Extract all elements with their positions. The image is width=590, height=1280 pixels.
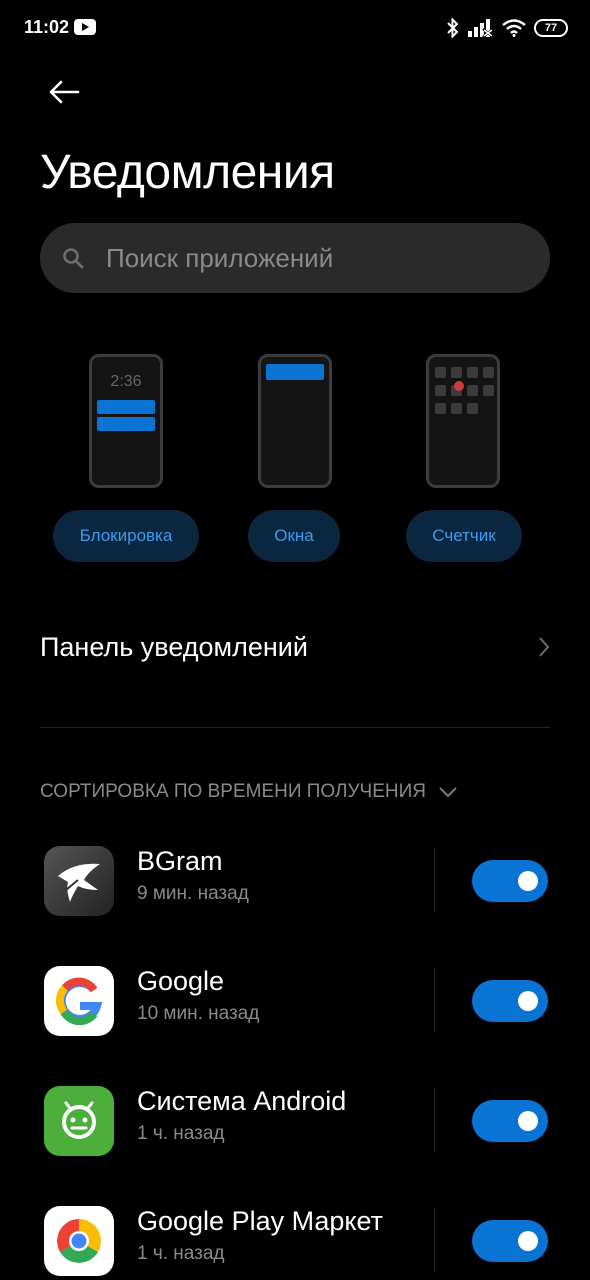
notification-toggle[interactable] <box>472 1220 548 1262</box>
wifi-icon <box>502 19 526 37</box>
preview-notification-bar <box>266 364 324 380</box>
sort-label: СОРТИРОВКА ПО ВРЕМЕНИ ПОЛУЧЕНИЯ <box>40 781 426 802</box>
status-time: 11:02 <box>24 17 70 37</box>
back-button[interactable] <box>40 70 88 114</box>
chevron-right-icon <box>539 637 550 657</box>
app-time: 1 ч. назад <box>137 1243 225 1264</box>
status-icons: 77 <box>446 16 568 40</box>
preview-app-dot <box>435 403 446 414</box>
search-icon <box>63 248 84 269</box>
app-row[interactable]: Google Play Маркет 1 ч. назад <box>0 1200 590 1280</box>
app-row[interactable]: BGram 9 мин. назад <box>0 840 590 940</box>
windows-preview <box>258 354 332 488</box>
chevron-down-icon <box>439 787 457 798</box>
search-bar[interactable] <box>40 223 550 293</box>
preview-app-dot <box>483 367 494 378</box>
lockscreen-button[interactable]: Блокировка <box>53 510 199 562</box>
arrow-left-icon <box>49 80 80 104</box>
preview-notification-bar <box>97 417 155 431</box>
app-row[interactable]: Google 10 мин. назад <box>0 960 590 1060</box>
search-input[interactable] <box>106 223 526 293</box>
preview-badge-dot <box>454 381 464 391</box>
preview-app-dot <box>467 385 478 396</box>
counter-preview <box>426 354 500 488</box>
divider <box>434 968 435 1032</box>
preview-clock: 2:36 <box>110 373 142 390</box>
windows-button[interactable]: Окна <box>248 510 340 562</box>
preview-notification-bar <box>97 400 155 414</box>
divider <box>434 848 435 912</box>
bluetooth-icon <box>447 18 459 38</box>
battery-icon: 77 <box>534 19 568 37</box>
app-time: 10 мин. назад <box>137 1003 260 1024</box>
divider <box>434 1088 435 1152</box>
divider <box>434 1208 435 1272</box>
divider <box>40 727 550 728</box>
preview-app-dot <box>467 367 478 378</box>
bgram-icon <box>44 846 114 916</box>
style-lockscreen[interactable]: 2:36 Блокировка <box>46 352 206 567</box>
preview-app-dot <box>435 385 446 396</box>
app-name: Google Play Маркет <box>137 1206 384 1236</box>
app-name: BGram <box>137 846 223 876</box>
lockscreen-preview: 2:36 <box>89 354 163 488</box>
chrome-icon <box>44 1206 114 1276</box>
preview-app-dot <box>435 367 446 378</box>
signal-icon <box>468 19 494 37</box>
counter-button[interactable]: Счетчик <box>406 510 522 562</box>
app-name: Google <box>137 966 225 996</box>
google-icon <box>44 966 114 1036</box>
toggle-knob <box>518 1111 538 1131</box>
app-name: Система Android <box>137 1086 347 1116</box>
notification-panel-row[interactable]: Панель уведомлений <box>40 610 550 686</box>
sort-selector[interactable]: СОРТИРОВКА ПО ВРЕМЕНИ ПОЛУЧЕНИЯ <box>40 775 458 809</box>
toggle-knob <box>518 991 538 1011</box>
status-bar: 11:02 77 <box>0 0 590 56</box>
app-row[interactable]: Система Android 1 ч. назад <box>0 1080 590 1180</box>
notification-toggle[interactable] <box>472 980 548 1022</box>
page-title: Уведомления <box>40 146 335 199</box>
preview-app-dot <box>467 403 478 414</box>
toggle-knob <box>518 1231 538 1251</box>
notification-toggle[interactable] <box>472 860 548 902</box>
notification-panel-label: Панель уведомлений <box>40 632 308 662</box>
toggle-knob <box>518 871 538 891</box>
app-time: 1 ч. назад <box>137 1123 225 1144</box>
preview-app-dot <box>451 403 462 414</box>
style-counter[interactable]: Счетчик <box>383 352 543 567</box>
notification-toggle[interactable] <box>472 1100 548 1142</box>
app-time: 9 мин. назад <box>137 883 249 904</box>
preview-app-dot <box>451 367 462 378</box>
youtube-icon <box>74 19 96 35</box>
preview-app-dot <box>483 385 494 396</box>
style-windows[interactable]: Окна <box>215 352 375 567</box>
android-system-icon <box>44 1086 114 1156</box>
